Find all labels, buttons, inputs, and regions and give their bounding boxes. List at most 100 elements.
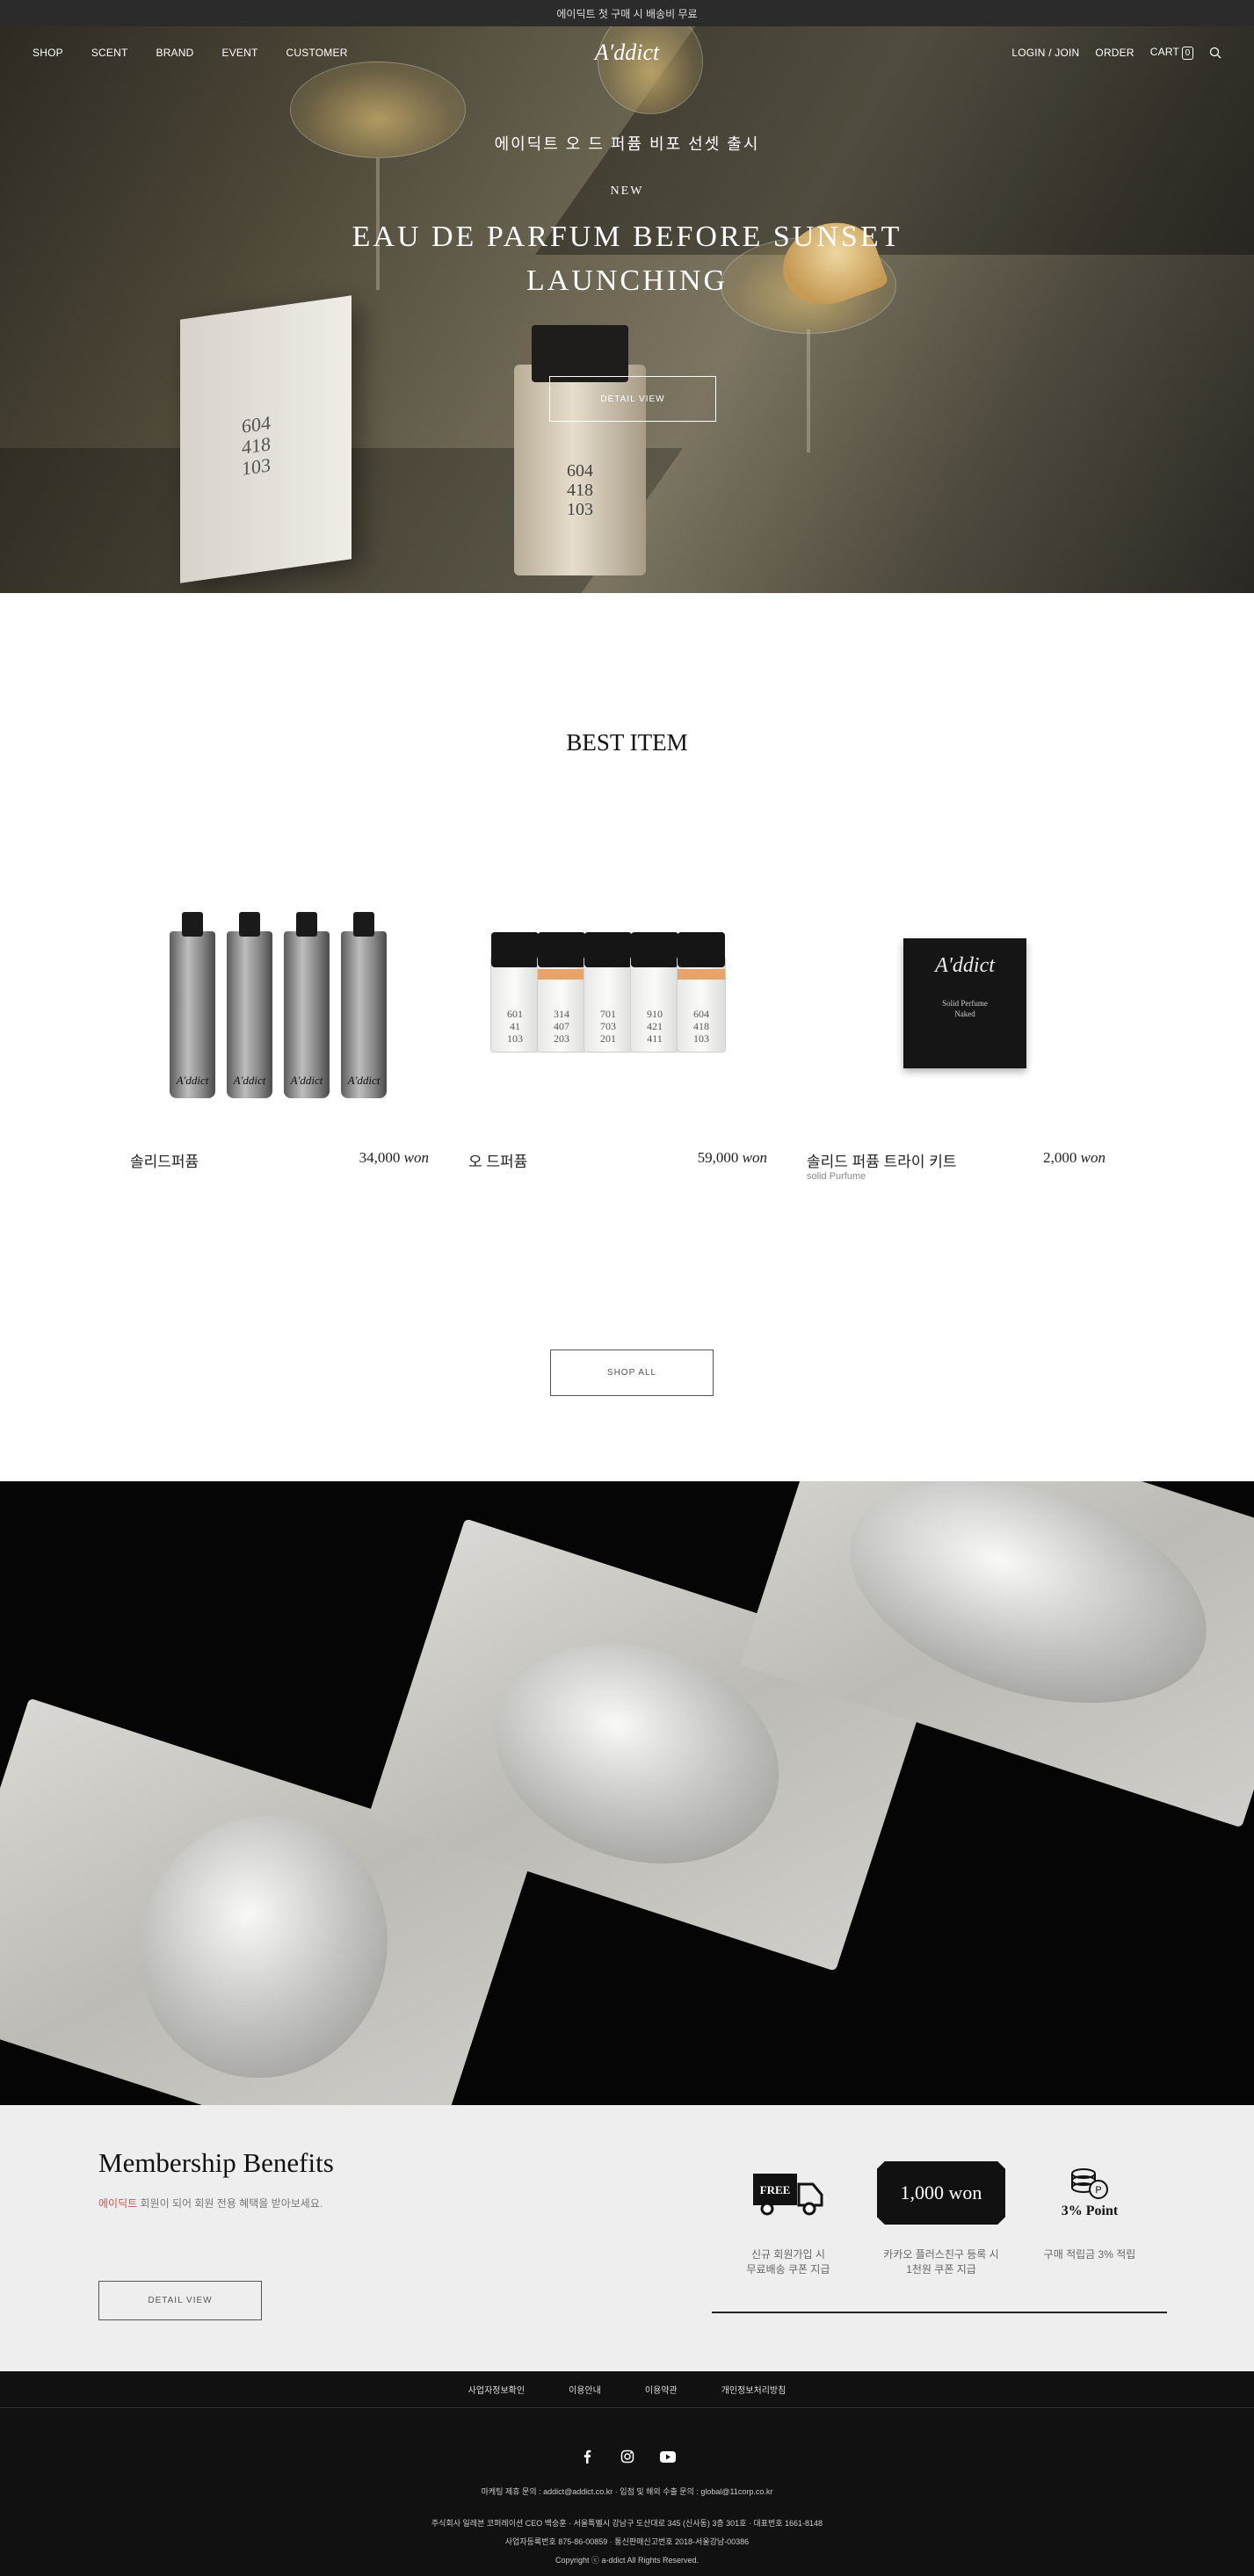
product-image[interactable]: A'ddict A'ddict A'ddict A'ddict bbox=[130, 879, 429, 1116]
perfume-bottle-image: 314 407 203 bbox=[537, 932, 586, 1053]
product-card-solid-perfume-kit[interactable]: A'ddict Solid Perfume Naked 솔리드 퍼퓸 트라이 키… bbox=[807, 879, 1105, 1182]
footer-registration: 사업자등록번호 875-86-00859 · 통신판매신고번호 2018-서울강… bbox=[504, 2537, 750, 2546]
point-label: 3% Point bbox=[1061, 2203, 1119, 2218]
benefit-text-line: 구매 적립금 3% 적립 bbox=[1043, 2248, 1136, 2261]
hero-title: EAU DE PARFUM BEFORE SUNSET LAUNCHING bbox=[0, 215, 1254, 303]
product-image[interactable]: 601 41 103 314 407 203 701 703 201 910 4… bbox=[468, 879, 767, 1116]
nav-event[interactable]: EVENT bbox=[222, 47, 258, 59]
youtube-icon[interactable] bbox=[659, 2449, 676, 2464]
hero-bottle-cap bbox=[532, 325, 628, 382]
membership-detail-button[interactable]: DETAIL VIEW bbox=[98, 2281, 262, 2320]
coupon-label: 1,000 won bbox=[877, 2161, 1005, 2225]
top-notice-text: 에이딕트 첫 구매 시 배송비 무료 bbox=[556, 7, 698, 20]
kit-brand: A'ddict bbox=[935, 954, 995, 977]
nav-scent[interactable]: SCENT bbox=[91, 47, 128, 59]
benefit-text: 카카오 플러스친구 등록 시 1천원 쿠폰 지급 bbox=[871, 2247, 1011, 2277]
shop-all-button[interactable]: SHOP ALL bbox=[550, 1350, 714, 1396]
hero-title-line2: LAUNCHING bbox=[526, 264, 728, 297]
tube-image: A'ddict bbox=[341, 912, 387, 1098]
footer-contact: 마케팅 제휴 문의 : addict@addict.co.kr · 입점 및 해… bbox=[481, 2487, 773, 2496]
membership-divider bbox=[712, 2312, 1167, 2313]
main-nav: SHOP SCENT BRAND EVENT CUSTOMER LOGIN / … bbox=[0, 26, 1254, 79]
facebook-icon[interactable] bbox=[579, 2449, 595, 2464]
truck-icon: FREE bbox=[718, 2158, 859, 2228]
nav-brand[interactable]: BRAND bbox=[156, 47, 193, 59]
bottle-number: 701 703 201 bbox=[600, 1008, 616, 1045]
tube-image: A'ddict bbox=[170, 912, 215, 1098]
hero-box-numbers: 604 418 103 bbox=[242, 411, 271, 480]
cart-label: CART bbox=[1149, 46, 1179, 58]
hero-glass-stem bbox=[807, 329, 810, 452]
membership-description: 에이딕트 회원이 되어 회원 전용 혜택을 받아보세요. bbox=[98, 2196, 323, 2211]
product-card-eau-de-parfum[interactable]: 601 41 103 314 407 203 701 703 201 910 4… bbox=[468, 879, 767, 1170]
bottle-number: 604 418 103 bbox=[693, 1008, 709, 1045]
hero-detail-view-button[interactable]: DETAIL VIEW bbox=[549, 376, 716, 422]
perfume-bottle-image: 910 421 411 bbox=[630, 932, 679, 1053]
product-price: 59,000 won bbox=[698, 1149, 767, 1167]
product-image[interactable]: A'ddict Solid Perfume Naked bbox=[807, 879, 1105, 1116]
footer-link-terms[interactable]: 이용약관 bbox=[645, 2383, 678, 2396]
membership-section: Membership Benefits 에이딕트 회원이 되어 회원 전용 혜택… bbox=[0, 2105, 1254, 2371]
social-links bbox=[0, 2449, 1254, 2464]
hero-subtitle: 에이딕트 오 드 퍼퓸 비포 선셋 출시 bbox=[494, 135, 760, 153]
kit-box-image: A'ddict Solid Perfume Naked bbox=[903, 938, 1026, 1068]
benefit-text-line: 무료배송 쿠폰 지급 bbox=[746, 2263, 830, 2276]
price-value: 2,000 bbox=[1043, 1149, 1077, 1166]
perfume-bottle-image: 604 418 103 bbox=[677, 932, 726, 1053]
perfume-bottle-image: 701 703 201 bbox=[584, 932, 633, 1053]
product-price: 34,000 won bbox=[359, 1149, 429, 1167]
login-join-link[interactable]: LOGIN / JOIN bbox=[1011, 47, 1079, 59]
hero-new-badge: NEW bbox=[610, 185, 644, 198]
membership-desc-text: 회원이 되어 회원 전용 혜택을 받아보세요. bbox=[137, 2197, 323, 2210]
search-icon[interactable] bbox=[1209, 47, 1221, 59]
footer-link-privacy[interactable]: 개인정보처리방침 bbox=[721, 2383, 786, 2396]
product-subtitle: solid Purfume bbox=[807, 1171, 866, 1182]
bottle-number: 601 41 103 bbox=[507, 1008, 523, 1045]
instagram-icon[interactable] bbox=[620, 2449, 635, 2464]
nav-utility: LOGIN / JOIN ORDER CART 0 bbox=[1011, 46, 1221, 60]
footer-link-guide[interactable]: 이용안내 bbox=[569, 2383, 601, 2396]
coin-icon: P 3% Point bbox=[1019, 2158, 1160, 2228]
benefit-text: 신규 회원가입 시무료배송 쿠폰 지급 bbox=[718, 2247, 859, 2277]
order-link[interactable]: ORDER bbox=[1095, 47, 1134, 59]
footer-copyright: Copyright ⓒ a-ddict All Rights Reserved. bbox=[555, 2556, 699, 2565]
product-name[interactable]: 솔리드퍼퓸 bbox=[130, 1149, 199, 1171]
footer: 사업자정보확인 이용안내 이용약관 개인정보처리방침 마케팅 제휴 문의 : a… bbox=[0, 2371, 1254, 2576]
nav-menu: SHOP SCENT BRAND EVENT CUSTOMER bbox=[33, 47, 348, 59]
hero-title-line1: EAU DE PARFUM BEFORE SUNSET bbox=[352, 221, 902, 253]
product-name[interactable]: 오 드퍼퓸 bbox=[468, 1149, 527, 1171]
bottle-number: 314 407 203 bbox=[554, 1008, 569, 1045]
cart-link[interactable]: CART 0 bbox=[1150, 46, 1193, 60]
product-name[interactable]: 솔리드 퍼퓸 트라이 키트 bbox=[807, 1149, 957, 1171]
tube-brand: A'ddict bbox=[233, 1074, 266, 1087]
price-value: 34,000 bbox=[359, 1149, 401, 1166]
benefit-coupon: 1,000 won 카카오 플러스친구 등록 시 1천원 쿠폰 지급 bbox=[871, 2158, 1011, 2277]
cart-count-badge: 0 bbox=[1182, 47, 1193, 60]
top-notice-bar: 에이딕트 첫 구매 시 배송비 무료 bbox=[0, 0, 1254, 26]
texture-banner-image bbox=[0, 1481, 1254, 2105]
hero-perfume-box-image: 604 418 103 bbox=[180, 295, 352, 583]
kit-label: Solid Perfume Naked bbox=[942, 999, 988, 1018]
benefit-point: P 3% Point 구매 적립금 3% 적립 bbox=[1019, 2158, 1160, 2262]
tube-brand: A'ddict bbox=[290, 1074, 323, 1087]
best-item-title: BEST ITEM bbox=[566, 729, 688, 756]
tube-brand: A'ddict bbox=[176, 1074, 209, 1087]
benefit-text-line: 카카오 플러스친구 등록 시 bbox=[883, 2248, 999, 2261]
membership-desc-highlight: 에이딕트 bbox=[98, 2197, 138, 2210]
footer-link-business-info[interactable]: 사업자정보확인 bbox=[468, 2383, 525, 2396]
coupon-icon: 1,000 won bbox=[871, 2158, 1011, 2228]
nav-shop[interactable]: SHOP bbox=[33, 47, 63, 59]
product-card-solid-perfume[interactable]: A'ddict A'ddict A'ddict A'ddict 솔리드퍼퓸 34… bbox=[130, 879, 429, 1170]
bottle-number: 910 421 411 bbox=[647, 1008, 663, 1045]
tube-image: A'ddict bbox=[284, 912, 330, 1098]
price-unit: won bbox=[742, 1149, 767, 1166]
hero-banner[interactable]: 604 418 103 604 418 103 에이딕트 오 드 퍼퓸 비포 선… bbox=[0, 26, 1254, 593]
hero-bottle-numbers: 604 418 103 bbox=[567, 461, 593, 519]
perfume-bottle-image: 601 41 103 bbox=[490, 932, 540, 1053]
nav-customer[interactable]: CUSTOMER bbox=[286, 47, 348, 59]
product-price: 2,000 won bbox=[1043, 1149, 1105, 1167]
footer-links: 사업자정보확인 이용안내 이용약관 개인정보처리방침 bbox=[0, 2371, 1254, 2408]
price-unit: won bbox=[1080, 1149, 1105, 1166]
benefit-text-line: 신규 회원가입 시 bbox=[751, 2248, 825, 2261]
membership-title: Membership Benefits bbox=[98, 2147, 334, 2178]
